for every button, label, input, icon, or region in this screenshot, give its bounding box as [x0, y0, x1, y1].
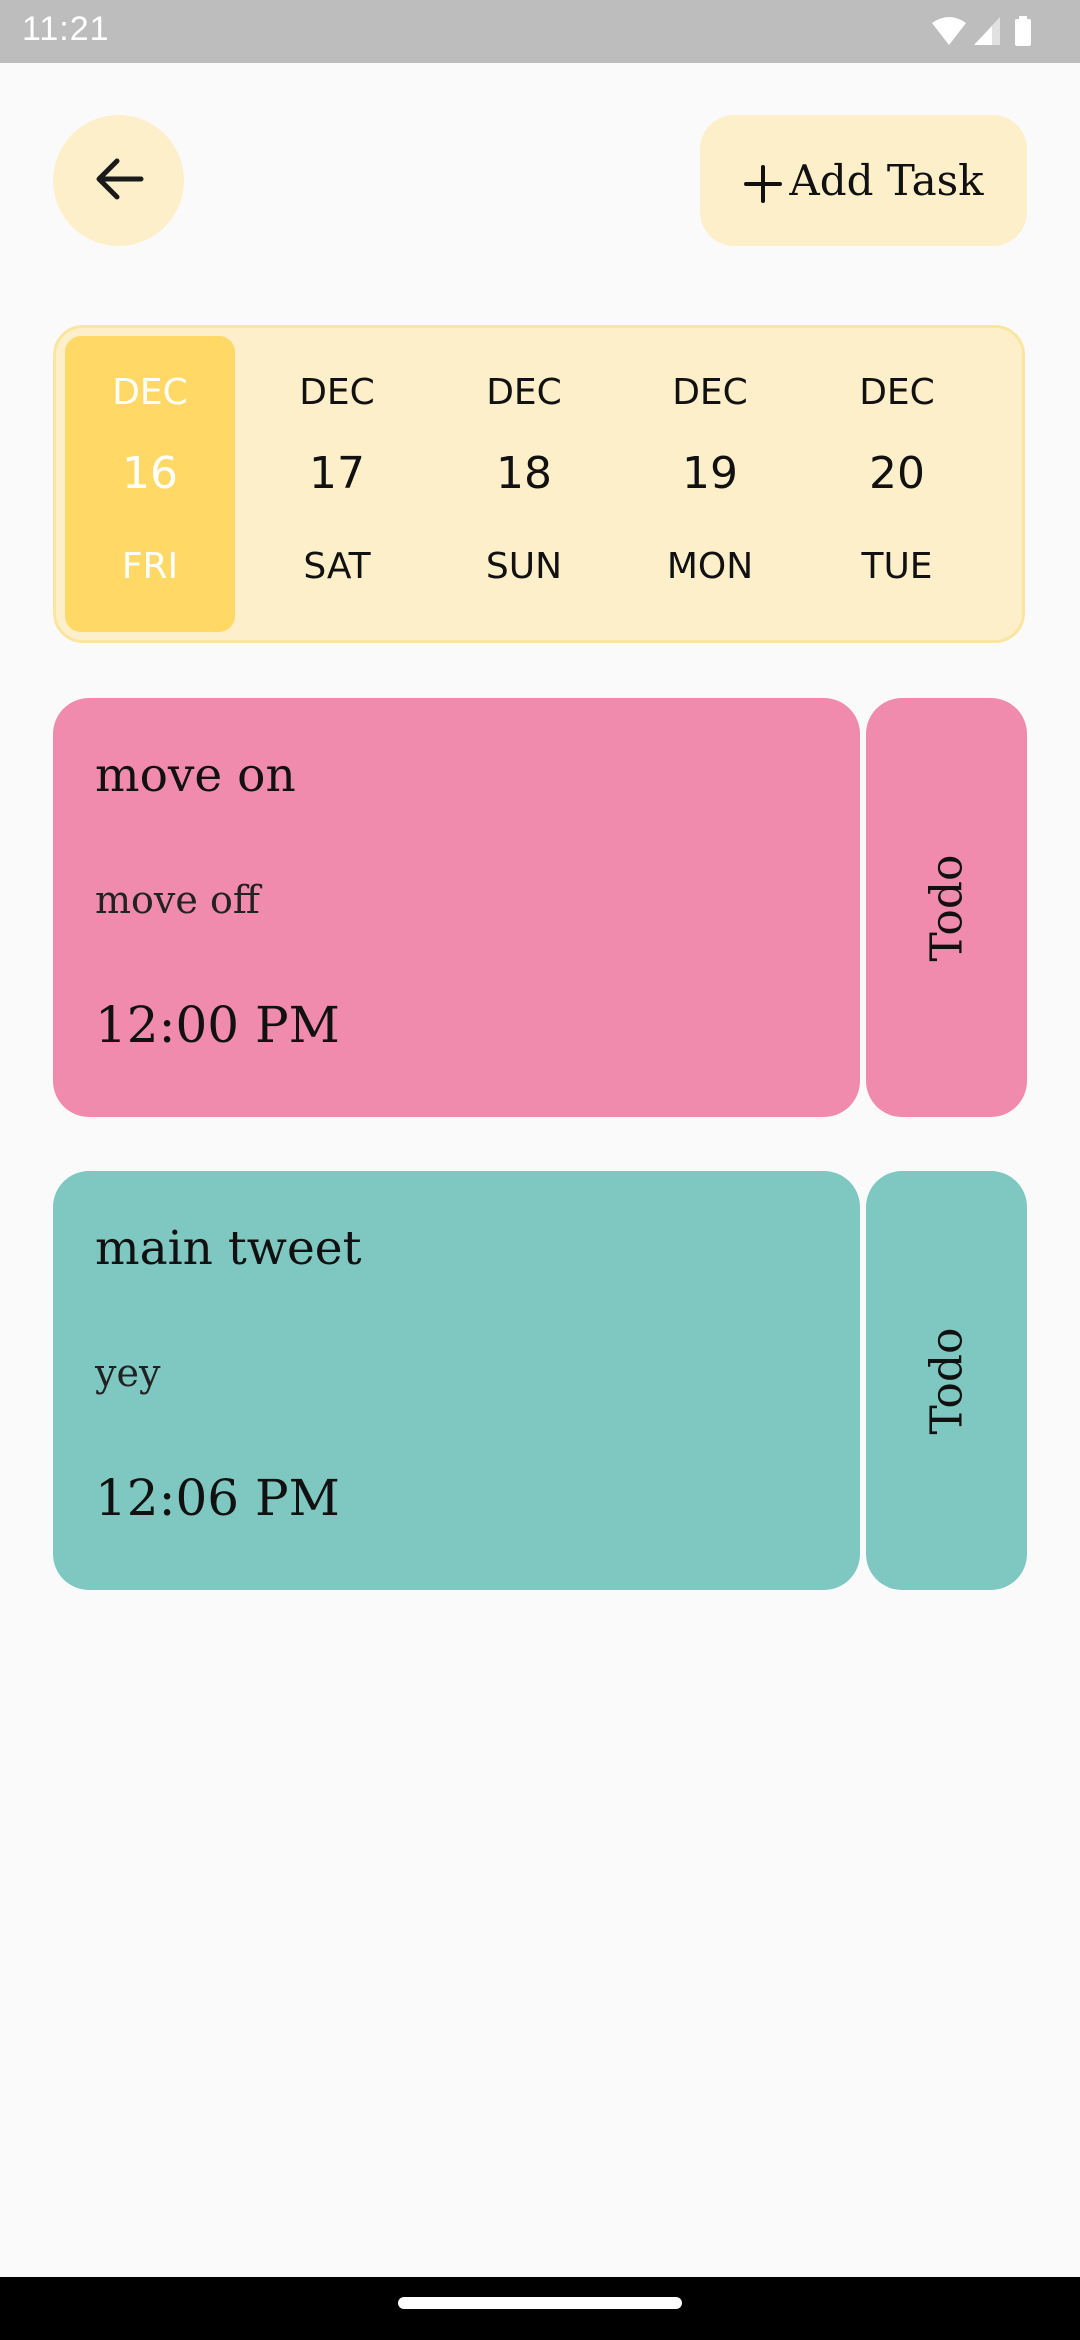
cell-signal-icon	[974, 17, 1000, 45]
task-status-button[interactable]: Todo	[866, 1171, 1027, 1590]
date-item-dec-20[interactable]: DEC 20 TUE	[812, 336, 982, 632]
navigation-bar	[0, 2277, 1080, 2340]
task-note: yey	[95, 1351, 161, 1395]
date-weekday: SAT	[303, 546, 371, 587]
plus-icon	[743, 164, 783, 204]
date-day: 16	[122, 448, 178, 499]
task-title: move on	[95, 748, 296, 803]
home-handle[interactable]	[398, 2297, 682, 2309]
status-time: 11:21	[22, 10, 110, 48]
status-icons	[930, 14, 1050, 48]
date-weekday: TUE	[861, 546, 933, 587]
task-time: 12:00 PM	[95, 996, 340, 1054]
back-button[interactable]	[53, 115, 184, 246]
date-day: 20	[869, 448, 925, 499]
date-strip[interactable]: DEC 16 FRI DEC 17 SAT DEC 18 SUN DEC 19 …	[53, 325, 1025, 643]
task-card-move-on[interactable]: move on move off 12:00 PM	[53, 698, 860, 1117]
date-day: 19	[682, 448, 738, 499]
task-title: main tweet	[95, 1221, 362, 1276]
task-time: 12:06 PM	[95, 1469, 340, 1527]
task-status-label: Todo	[921, 1326, 972, 1435]
date-month: DEC	[672, 372, 748, 413]
task-status-label: Todo	[921, 853, 972, 962]
date-weekday: SUN	[485, 546, 563, 587]
arrow-left-icon	[91, 151, 147, 211]
date-weekday: MON	[666, 546, 754, 587]
battery-icon	[1015, 16, 1031, 46]
date-month: DEC	[112, 372, 188, 413]
date-month: DEC	[859, 372, 935, 413]
task-status-button[interactable]: Todo	[866, 698, 1027, 1117]
date-day: 17	[309, 448, 365, 499]
date-item-dec-18[interactable]: DEC 18 SUN	[439, 336, 609, 632]
date-month: DEC	[299, 372, 375, 413]
wifi-icon	[932, 17, 966, 45]
status-bar: 11:21	[0, 0, 1080, 63]
add-task-label: Add Task	[789, 156, 984, 205]
date-month: DEC	[486, 372, 562, 413]
add-task-button[interactable]: Add Task	[700, 115, 1027, 246]
task-card-main-tweet[interactable]: main tweet yey 12:06 PM	[53, 1171, 860, 1590]
task-note: move off	[95, 878, 260, 922]
date-item-dec-19[interactable]: DEC 19 MON	[625, 336, 795, 632]
date-item-dec-17[interactable]: DEC 17 SAT	[252, 336, 422, 632]
date-day: 18	[496, 448, 552, 499]
date-item-dec-16[interactable]: DEC 16 FRI	[65, 336, 235, 632]
date-weekday: FRI	[121, 546, 179, 587]
